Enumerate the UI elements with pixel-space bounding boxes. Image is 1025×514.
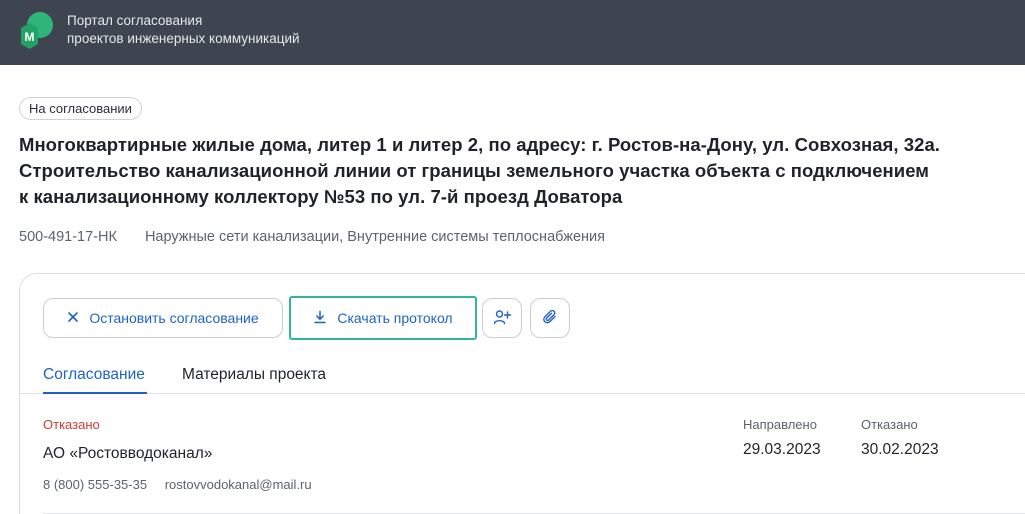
project-networks: Наружные сети канализации, Внутренние си… [144, 229, 605, 245]
logo-letter: М [25, 30, 35, 44]
tab-project-materials[interactable]: Материалы проекта [182, 366, 326, 384]
paperclip-icon [542, 309, 558, 328]
sent-date-label: Направлено [743, 417, 817, 432]
project-tabs: Согласование Материалы проекта [20, 354, 1025, 394]
stop-approval-label: Остановить согласование [89, 310, 259, 326]
portal-logo-icon[interactable]: М [18, 11, 56, 49]
attach-file-button[interactable] [530, 298, 570, 338]
organization-email: rostovvodokanal@mail.ru [164, 477, 312, 492]
close-icon [67, 310, 79, 326]
add-user-icon [493, 309, 512, 328]
organization-name: АО «Ростовводоканал» [43, 445, 213, 462]
portal-title-line1: Портал согласования [67, 13, 203, 28]
approval-status: Отказано [43, 417, 100, 432]
download-protocol-label: Скачать протокол [337, 310, 453, 326]
organization-contacts: 8 (800) 555-35-35 rostovvodokanal@mail.r… [43, 477, 312, 492]
portal-title-line2: проектов инженерных коммуникаций [67, 31, 300, 46]
organization-phone: 8 (800) 555-35-35 [43, 477, 148, 492]
project-title: Многоквартирные жилые дома, литер 1 и ли… [19, 132, 999, 210]
download-icon [313, 310, 327, 327]
project-title-line1: Многоквартирные жилые дома, литер 1 и ли… [19, 134, 940, 155]
stop-approval-button[interactable]: Остановить согласование [43, 298, 283, 338]
rejected-date-value: 30.02.2023 [861, 441, 939, 458]
portal-title: Портал согласования проектов инженерных … [67, 12, 367, 48]
tab-approval[interactable]: Согласование [43, 366, 147, 394]
project-title-line3: к канализационному коллектору №53 по ул.… [19, 186, 623, 207]
sent-date-value: 29.03.2023 [743, 441, 821, 458]
project-meta: 500-491-17-НК Наружные сети канализации,… [19, 229, 605, 245]
add-user-button[interactable] [482, 298, 522, 338]
project-code: 500-491-17-НК [19, 229, 117, 245]
download-protocol-button[interactable]: Скачать протокол [289, 296, 477, 340]
rejected-date-label: Отказано [861, 417, 918, 432]
project-title-line2: Строительство канализационной линии от г… [19, 160, 930, 181]
app-header: М Портал согласования проектов инженерны… [0, 0, 1025, 65]
project-status-badge: На согласовании [19, 97, 142, 120]
approval-card: Остановить согласование Скачать протокол… [19, 273, 1025, 514]
